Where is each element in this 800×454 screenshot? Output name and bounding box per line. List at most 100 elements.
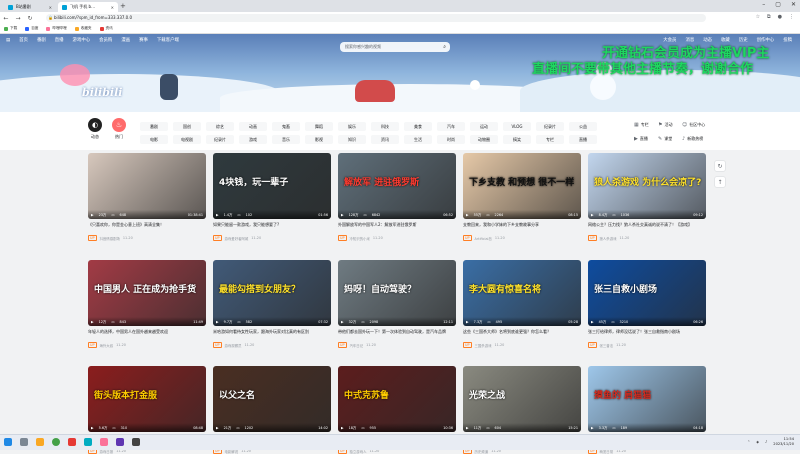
nav-item[interactable]: 会员购 (99, 37, 112, 43)
side-link-class[interactable]: ✎ 课堂 (658, 136, 672, 142)
channel-category[interactable]: 动画 (239, 122, 267, 131)
video-title[interactable]: 外国解放军的中国军人2：解放军进驻俄罗斯 (338, 222, 456, 232)
video-card[interactable]: 妈呀！自动驾驶？ ▶ 32万 ▭ 2098 12:11 带他们都去国外玩一下！第一次体验到自… (338, 260, 456, 348)
video-card[interactable]: 解放军 进驻俄罗斯 ▶ 128万 ▭ 6842 06:52 外国解放军的中国军人2：解放军进… (338, 153, 456, 241)
video-card[interactable]: 狼人杀游戏 为什么会凉了? ▶ 8.4万 ▭ 1036 09:12 网络公主？压力找？狼人杀… (588, 153, 706, 241)
channel-dynamic[interactable]: ◐ 动态 (88, 118, 102, 140)
video-title[interactable]: 年轻人的选择，中国男人在国外越来越受欢迎 (88, 329, 206, 339)
search-icon[interactable]: ⌕ (443, 42, 446, 52)
channel-category[interactable]: 电影 (140, 135, 168, 144)
search-input[interactable]: 搜索你感兴趣的视频 ⌕ (340, 42, 450, 52)
video-uploader[interactable]: UP 游戏爱好者阿城 11-20 (213, 235, 331, 241)
video-thumbnail[interactable]: 李大圆有惊喜名将 ▶ 7.3万 ▭ 495 05:28 (463, 260, 581, 326)
side-link-community[interactable]: ☺ 社区中心 (682, 122, 705, 128)
video-title[interactable]: 张三打给律师，律师没话说了！张三自救指南小剧场 (588, 329, 706, 339)
video-uploader[interactable]: UP 汽车日记 11-20 (338, 342, 456, 348)
channel-category[interactable]: 音乐 (272, 135, 300, 144)
channel-category[interactable]: 运动 (470, 122, 498, 131)
video-card[interactable]: 最能勾搭到女朋友？ ▶ 9.7万 ▭ 582 07:32 米哈游如何看待女性玩家，跟海外玩家… (213, 260, 331, 348)
channel-category[interactable]: 专栏 (536, 135, 564, 144)
chevron-up-icon[interactable]: ⌃ (747, 440, 750, 444)
channel-category[interactable]: 汽车 (437, 122, 465, 131)
refresh-icon[interactable]: ↻ (714, 160, 726, 172)
back-icon[interactable]: ← (0, 15, 12, 22)
profile-icon[interactable]: ● (778, 14, 782, 20)
bookmark-item[interactable]: 哔哩哔哩 (46, 26, 67, 31)
bookmark-item[interactable]: 下载 (4, 26, 17, 31)
video-thumbnail[interactable]: 中式克苏鲁 ▶ 18万 ▭ 955 10:36 (338, 366, 456, 432)
video-thumbnail[interactable]: 摸鱼的 肩猫猫 ▶ 3.3万 ▭ 189 04:18 (588, 366, 706, 432)
video-title[interactable]: 《只喜欢你，你是金心意上班》高清全集！ (88, 222, 206, 232)
close-window-icon[interactable]: ✕ (791, 1, 796, 8)
video-card[interactable]: 李大圆有惊喜名将 ▶ 7.3万 ▭ 495 05:28 这些《三国杀大师》名将到底谁更强？你… (463, 260, 581, 348)
bilibili-home-icon[interactable]: ▤ (6, 38, 10, 43)
video-uploader[interactable]: UP 张三普法 11-20 (588, 342, 706, 348)
nav-item[interactable]: 漫画 (121, 37, 130, 43)
browser-tab-1[interactable]: B站番剧 ✕ (4, 2, 56, 12)
video-uploader[interactable]: UP 抖音情感剧场 11-20 (88, 235, 206, 241)
video-thumbnail[interactable]: 妈呀！自动驾驶？ ▶ 32万 ▭ 2098 12:11 (338, 260, 456, 326)
channel-category[interactable]: 番剧 (140, 122, 168, 131)
video-thumbnail[interactable]: 街头版本打金服 ▶ 5.6万 ▭ 310 08:48 (88, 366, 206, 432)
video-title[interactable]: 如果只能留一款游戏，我只能想要了? (213, 222, 331, 232)
channel-category[interactable]: 影视 (305, 135, 333, 144)
bookmark-item[interactable]: 百度 (25, 26, 38, 31)
close-icon[interactable]: ✕ (49, 5, 52, 10)
maximize-icon[interactable]: ▢ (775, 1, 781, 8)
back-to-top-icon[interactable]: ↑ (714, 176, 726, 188)
video-uploader[interactable]: UP 海外大叔 11-20 (88, 342, 206, 348)
windows-start-icon[interactable] (4, 438, 12, 446)
video-uploader[interactable]: UP 狼人杀游戏 11-20 (588, 235, 706, 241)
side-link-activity[interactable]: ⚑ 活动 (658, 122, 672, 128)
video-uploader[interactable]: UP 游戏观察员 11-20 (213, 342, 331, 348)
url-input[interactable]: 🔒 bilibili.com/?spm_id_from=333.337.0.0 (46, 14, 706, 22)
video-card[interactable]: 张三自救小剧场 ▶ 45万 ▭ 3210 06:26 张三打给律师，律师没话说了！张三自救指… (588, 260, 706, 348)
channel-category[interactable]: 搞笑 (503, 135, 531, 144)
video-thumbnail[interactable]: 光荣之战 ▶ 11万 ▭ 604 15:21 (463, 366, 581, 432)
app-icon[interactable] (116, 438, 124, 446)
nav-item[interactable]: 首页 (19, 37, 28, 43)
channel-category[interactable]: 美食 (404, 122, 432, 131)
video-thumbnail[interactable]: 以父之名 ▶ 21万 ▭ 1202 14:02 (213, 366, 331, 432)
channel-category[interactable]: 公益 (569, 122, 597, 131)
video-thumbnail[interactable]: 狼人杀游戏 为什么会凉了? ▶ 8.4万 ▭ 1036 09:12 (588, 153, 706, 219)
bookmark-item[interactable]: 收藏夹 (74, 26, 92, 31)
channel-category[interactable]: 动物圈 (470, 135, 498, 144)
nav-right-item[interactable]: 投稿 (783, 37, 792, 43)
forward-icon[interactable]: → (12, 15, 24, 22)
bilibili-logo[interactable]: bilibili (82, 86, 122, 99)
channel-hot[interactable]: ♨ 热门 (112, 118, 126, 140)
video-thumbnail[interactable]: 最能勾搭到女朋友？ ▶ 9.7万 ▭ 582 07:32 (213, 260, 331, 326)
app-icon[interactable] (68, 438, 76, 446)
video-title[interactable]: 支教回来，我和小学妹的下乡支教故事分享 (463, 222, 581, 232)
extension-icon[interactable]: ⧉ (767, 14, 771, 20)
video-card[interactable]: ▶ 23万 ▭ 648 01:38:41 《只喜欢你，你是金心意上班》高清全集！ UP 抖音情… (88, 153, 206, 241)
new-tab-icon[interactable]: + (120, 2, 126, 10)
channel-category[interactable]: 资讯 (371, 135, 399, 144)
channel-category[interactable]: 纪录片 (206, 135, 234, 144)
app-icon[interactable] (132, 438, 140, 446)
channel-category[interactable]: 鬼畜 (272, 122, 300, 131)
side-link-music[interactable]: ♪ 新歌热榜 (682, 136, 703, 142)
video-thumbnail[interactable]: 4块钱，玩一辈子 ▶ 1.4万 ▭ 102 01:56 (213, 153, 331, 219)
search-icon[interactable] (20, 438, 28, 446)
video-card[interactable]: 中国男人 正在成为抢手货 ▶ 12万 ▭ 843 11:49 年轻人的选择，中国男人在国外越… (88, 260, 206, 348)
browser-tab-2[interactable]: 飞机 手机 b… ✕ (58, 2, 118, 12)
video-uploader[interactable]: UP Artificial岛 11-20 (463, 235, 581, 241)
folder-icon[interactable] (36, 438, 44, 446)
nav-item[interactable]: 赛事 (139, 37, 148, 43)
system-clock[interactable]: 11:54 2023/11/20 (773, 437, 794, 446)
video-thumbnail[interactable]: 中国男人 正在成为抢手货 ▶ 12万 ▭ 843 11:49 (88, 260, 206, 326)
channel-category[interactable]: 时尚 (437, 135, 465, 144)
side-link-column[interactable]: ▦ 专栏 (634, 122, 649, 128)
channel-category[interactable]: 生活 (404, 135, 432, 144)
nav-item[interactable]: 游戏中心 (73, 37, 91, 43)
channel-category[interactable]: VLOG (503, 122, 531, 131)
network-icon[interactable]: ◈ (756, 440, 759, 444)
app-icon[interactable] (84, 438, 92, 446)
channel-category[interactable]: 国创 (173, 122, 201, 131)
video-title[interactable]: 带他们都去国外玩一下！第一次体验到自动驾驶，是汽车品牌 (338, 329, 456, 339)
channel-category[interactable]: 游戏 (239, 135, 267, 144)
bilibili-icon[interactable] (100, 438, 108, 446)
close-icon[interactable]: ✕ (111, 5, 114, 10)
